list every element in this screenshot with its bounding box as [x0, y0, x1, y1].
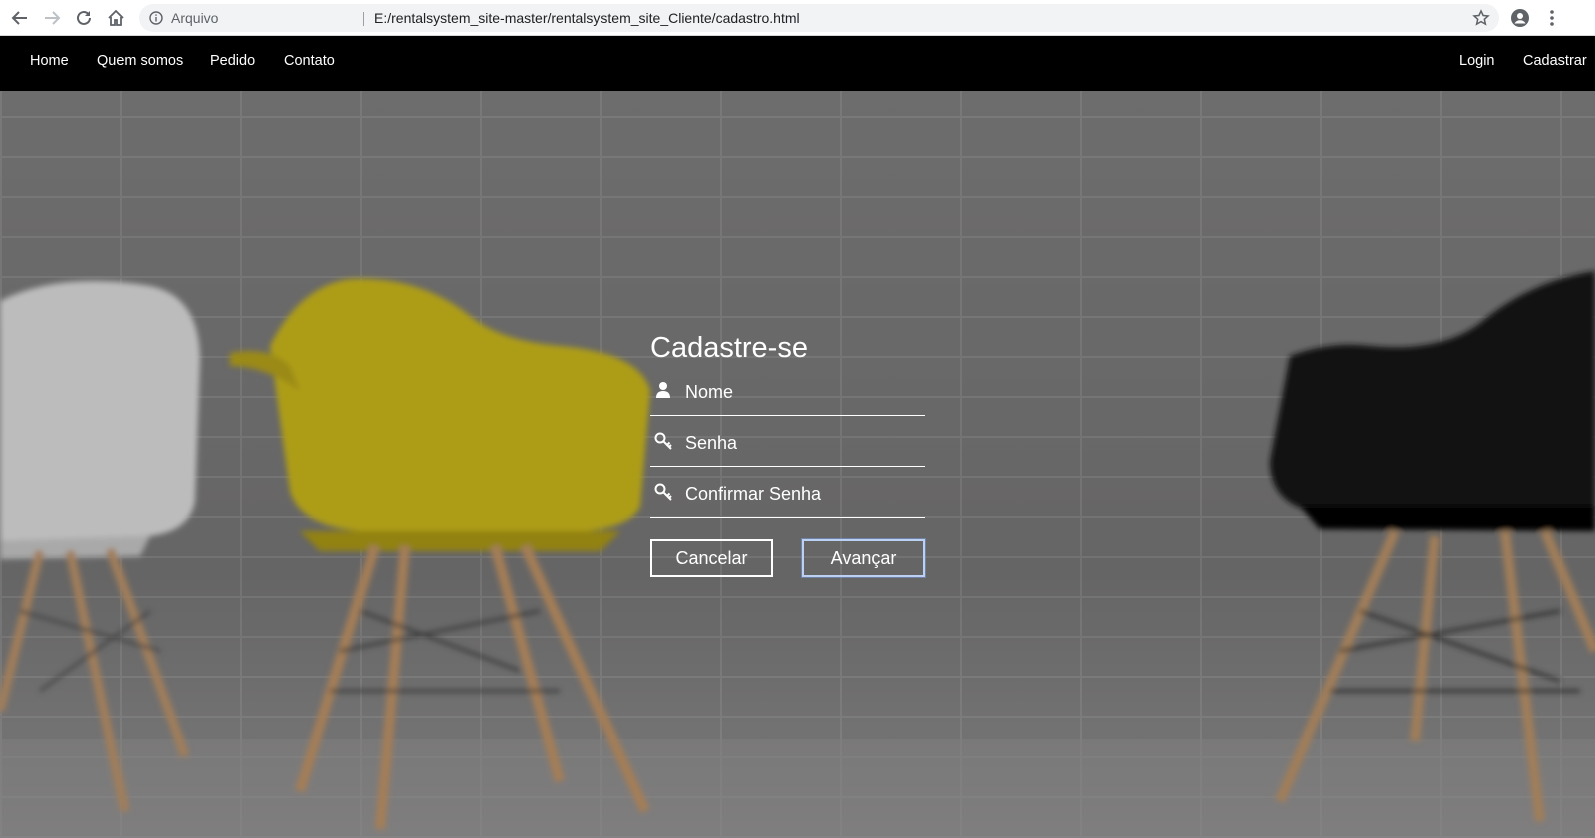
account-icon[interactable]	[1508, 6, 1532, 30]
address-bar[interactable]: Arquivo E:/rentalsystem_site-master/rent…	[139, 4, 1499, 32]
back-arrow-icon[interactable]	[8, 6, 32, 30]
key-icon	[654, 483, 672, 501]
nav-link-contato[interactable]: Contato	[284, 36, 335, 86]
nav-link-quem-somos[interactable]: Quem somos	[97, 36, 183, 86]
site-navbar: Home Quem somos Pedido Contato Login Cad…	[0, 36, 1595, 91]
info-icon[interactable]	[149, 11, 163, 25]
nav-link-pedido[interactable]: Pedido	[210, 36, 255, 86]
browser-toolbar: Arquivo E:/rentalsystem_site-master/rent…	[0, 0, 1595, 36]
star-icon[interactable]	[1469, 6, 1493, 30]
omnibox-separator	[363, 12, 364, 26]
confirm-password-field	[650, 472, 925, 518]
confirm-password-input[interactable]	[685, 480, 920, 508]
password-input[interactable]	[685, 429, 920, 457]
hero-background: Cadastre-se Cancelar Avançar	[0, 91, 1595, 838]
key-icon	[654, 432, 672, 450]
reload-icon[interactable]	[72, 6, 96, 30]
nav-link-login[interactable]: Login	[1459, 36, 1494, 86]
menu-dots-icon[interactable]	[1540, 6, 1564, 30]
name-input[interactable]	[685, 378, 920, 406]
submit-button[interactable]: Avançar	[802, 539, 925, 577]
home-icon[interactable]	[104, 6, 128, 30]
url-text[interactable]: E:/rentalsystem_site-master/rentalsystem…	[374, 4, 800, 32]
form-title: Cadastre-se	[650, 332, 808, 364]
user-icon	[656, 382, 670, 398]
forward-arrow-icon[interactable]	[40, 6, 64, 30]
name-field	[650, 370, 925, 416]
security-label: Arquivo	[171, 10, 219, 26]
password-field	[650, 421, 925, 467]
nav-link-home[interactable]: Home	[30, 36, 69, 86]
cancel-button[interactable]: Cancelar	[650, 539, 773, 577]
nav-link-cadastrar[interactable]: Cadastrar	[1523, 36, 1587, 86]
